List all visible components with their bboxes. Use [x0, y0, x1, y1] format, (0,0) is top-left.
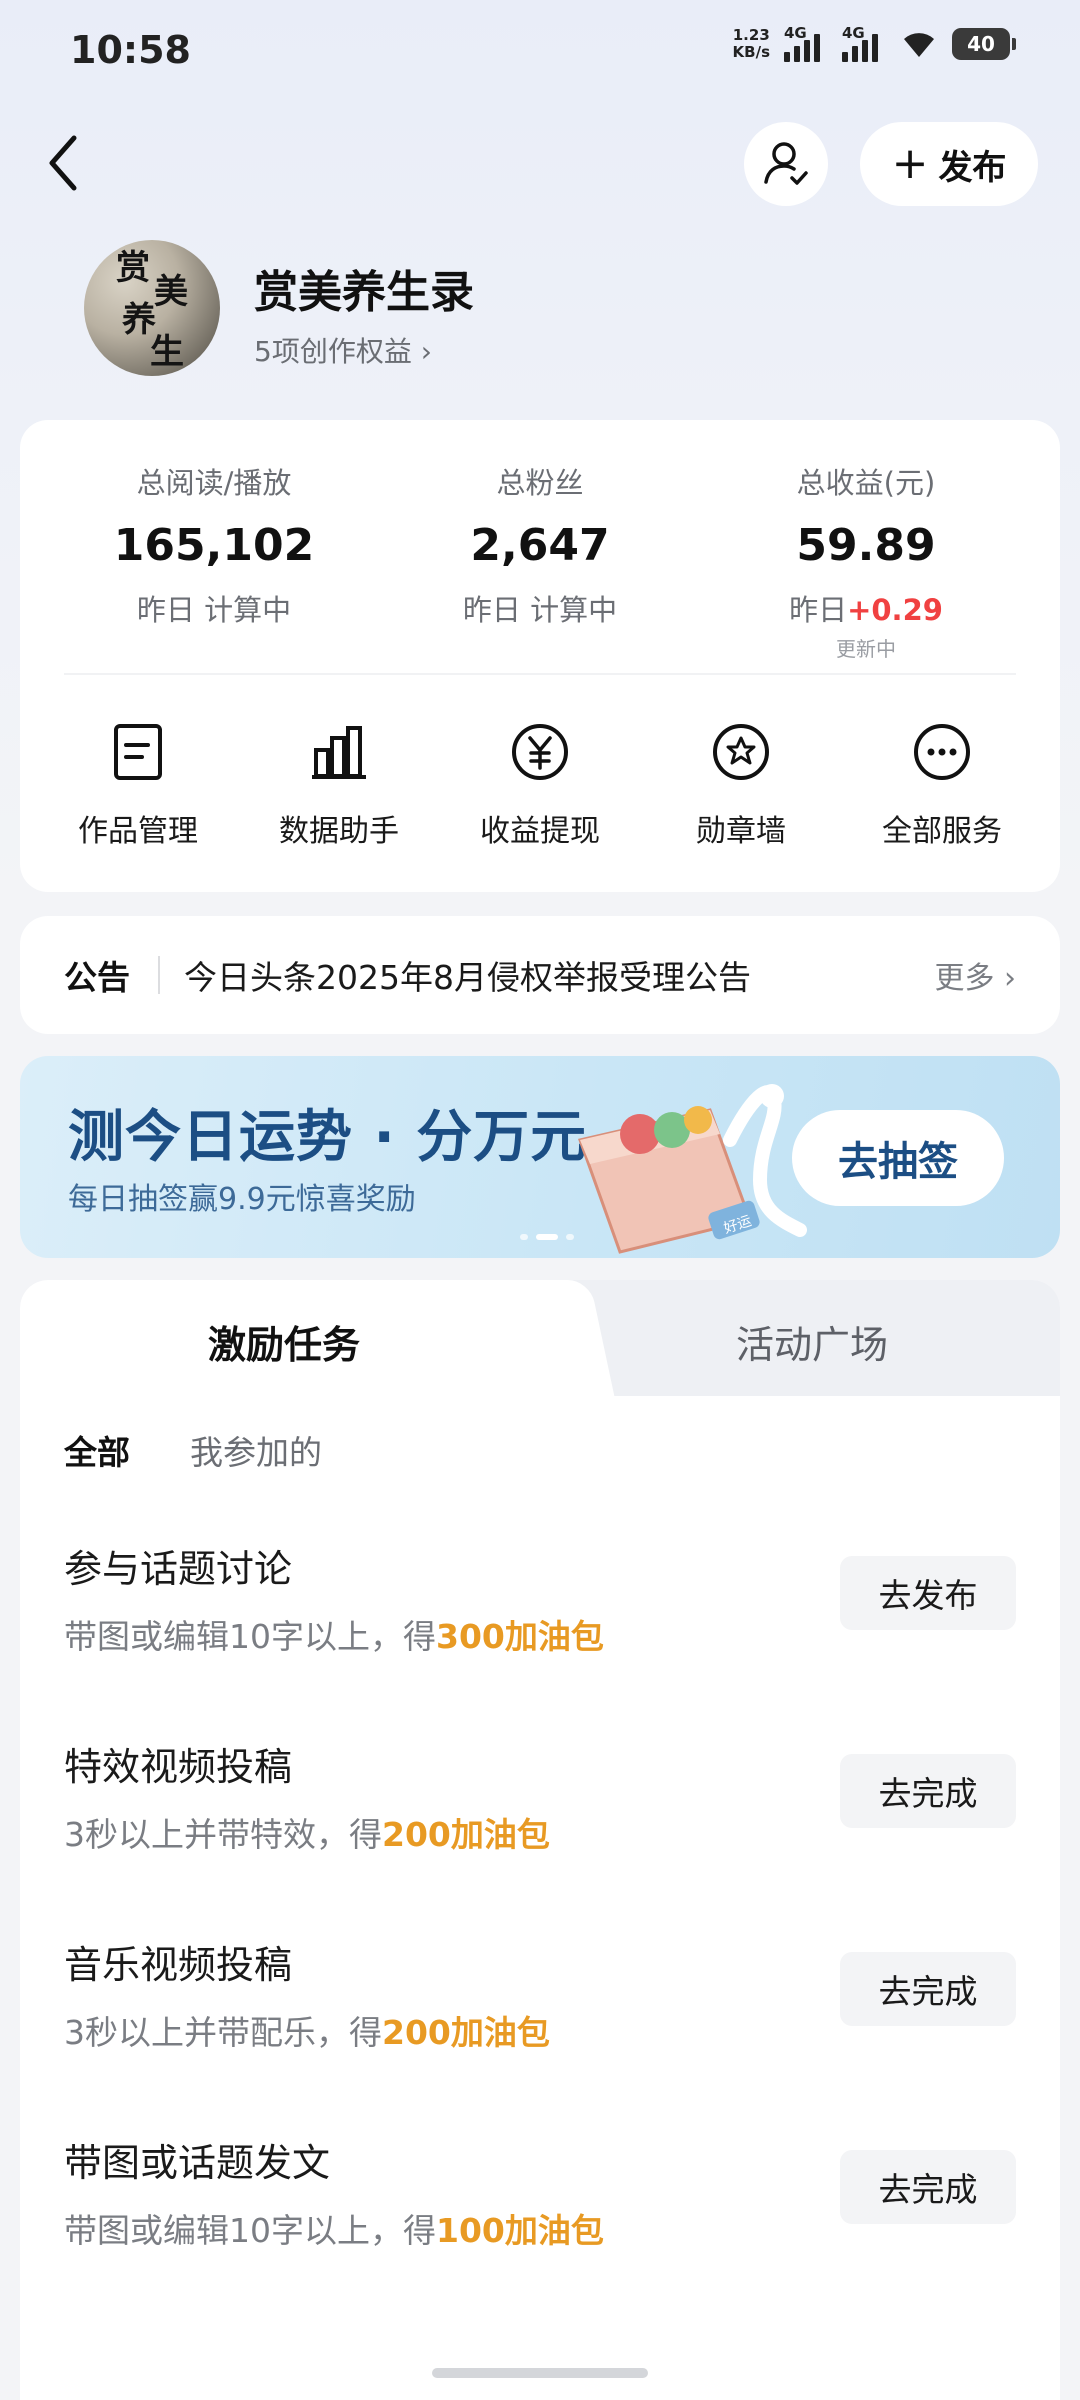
task-item: 音乐视频投稿 3秒以上并带配乐，得200加油包 去完成	[64, 1934, 1016, 2074]
banner-subtitle: 每日抽签赢9.9元惊喜奖励	[68, 1182, 416, 1217]
service-all[interactable]: 全部服务	[842, 720, 1042, 850]
plus-icon: +	[891, 138, 929, 189]
signal-2-icon: 4G	[842, 24, 886, 62]
banner-title: 测今日运势 · 分万元	[68, 1105, 588, 1170]
chevron-right-icon: ›	[420, 335, 432, 368]
task-action-button[interactable]: 去发布	[840, 1556, 1016, 1630]
divider	[64, 673, 1016, 675]
service-works-management[interactable]: 作品管理	[38, 720, 238, 850]
announcement-text[interactable]: 今日头条2025年8月侵权举报受理公告	[184, 951, 751, 999]
wifi-icon	[900, 29, 938, 59]
publish-button[interactable]: + 发布	[860, 122, 1038, 206]
announcement-bar[interactable]: 公告 今日头条2025年8月侵权举报受理公告 更多 ›	[20, 916, 1060, 1034]
tab-activity-square[interactable]: 活动广场	[736, 1314, 888, 1369]
back-arrow-icon	[49, 135, 77, 191]
user-check-icon	[764, 142, 808, 185]
status-bar: 10:58 1.23 KB/s 4G 4G 40	[0, 0, 1080, 100]
yuan-icon	[508, 720, 572, 784]
chevron-right-icon: ›	[1004, 961, 1016, 996]
status-icons: 1.23 KB/s 4G 4G 40	[732, 24, 1016, 62]
task-item: 特效视频投稿 3秒以上并带特效，得200加油包 去完成	[64, 1736, 1016, 1876]
fortune-banner[interactable]: 测今日运势 · 分万元 每日抽签赢9.9元惊喜奖励 好运 去抽签	[20, 1056, 1060, 1258]
tasks-panel: 激励任务 活动广场 全部 我参加的 参与话题讨论 带图或编辑10字以上，得300…	[20, 1280, 1060, 2400]
publish-label: 发布	[938, 147, 1007, 188]
back-button[interactable]	[40, 128, 90, 198]
filter-joined[interactable]: 我参加的	[190, 1426, 322, 1474]
announcement-tag: 公告	[64, 958, 130, 997]
task-action-button[interactable]: 去完成	[840, 1952, 1016, 2026]
document-icon	[106, 720, 170, 784]
announcement-more-link[interactable]: 更多 ›	[934, 953, 1016, 997]
updating-note: 更新中	[836, 637, 896, 661]
service-badge-wall[interactable]: 勋章墙	[641, 720, 841, 850]
divider	[158, 956, 160, 994]
status-time: 10:58	[70, 28, 191, 72]
task-action-button[interactable]: 去完成	[840, 1754, 1016, 1828]
earnings-delta: +0.29	[847, 593, 943, 627]
tab-incentive-tasks[interactable]: 激励任务	[208, 1314, 360, 1369]
task-item: 参与话题讨论 带图或编辑10字以上，得300加油包 去发布	[64, 1538, 1016, 1678]
reward-amount: 200加油包	[382, 1815, 550, 1854]
filter-all[interactable]: 全部	[64, 1426, 130, 1474]
creator-rights-link[interactable]: 5项创作权益 ›	[254, 330, 432, 370]
more-icon	[910, 720, 974, 784]
draw-lot-button[interactable]: 去抽签	[792, 1110, 1004, 1206]
task-action-button[interactable]: 去完成	[840, 2150, 1016, 2224]
reward-amount: 100加油包	[436, 2211, 604, 2250]
service-withdraw[interactable]: 收益提现	[440, 720, 640, 850]
carousel-dot-active	[536, 1234, 558, 1240]
stat-fans[interactable]: 总粉丝 2,647 昨日 计算中	[390, 460, 690, 629]
network-speed: 1.23 KB/s	[732, 26, 770, 61]
battery-icon: 40	[952, 28, 1016, 60]
task-item: 带图或话题发文 带图或编辑10字以上，得100加油包 去完成	[64, 2132, 1016, 2272]
bar-chart-icon	[307, 720, 371, 784]
stat-earnings[interactable]: 总收益(元) 59.89 昨日+0.29 更新中	[716, 460, 1016, 662]
service-data-assistant[interactable]: 数据助手	[239, 720, 439, 850]
profile-name: 赏美养生录	[254, 267, 474, 318]
reward-amount: 200加油包	[382, 2013, 550, 2052]
stat-reads[interactable]: 总阅读/播放 165,102 昨日 计算中	[64, 460, 364, 629]
avatar[interactable]: 赏 美 养 生	[84, 240, 220, 376]
reward-amount: 300加油包	[436, 1617, 604, 1656]
carousel-dot	[520, 1234, 528, 1240]
badge-icon	[709, 720, 773, 784]
stats-card: 总阅读/播放 165,102 昨日 计算中 总粉丝 2,647 昨日 计算中 总…	[20, 420, 1060, 892]
home-indicator[interactable]	[432, 2368, 648, 2378]
carousel-indicator	[520, 1234, 574, 1240]
fortune-box-illustration: 好运	[578, 1084, 807, 1254]
signal-1-icon: 4G	[784, 24, 828, 62]
follow-user-button[interactable]	[744, 122, 828, 206]
carousel-dot	[566, 1234, 574, 1240]
